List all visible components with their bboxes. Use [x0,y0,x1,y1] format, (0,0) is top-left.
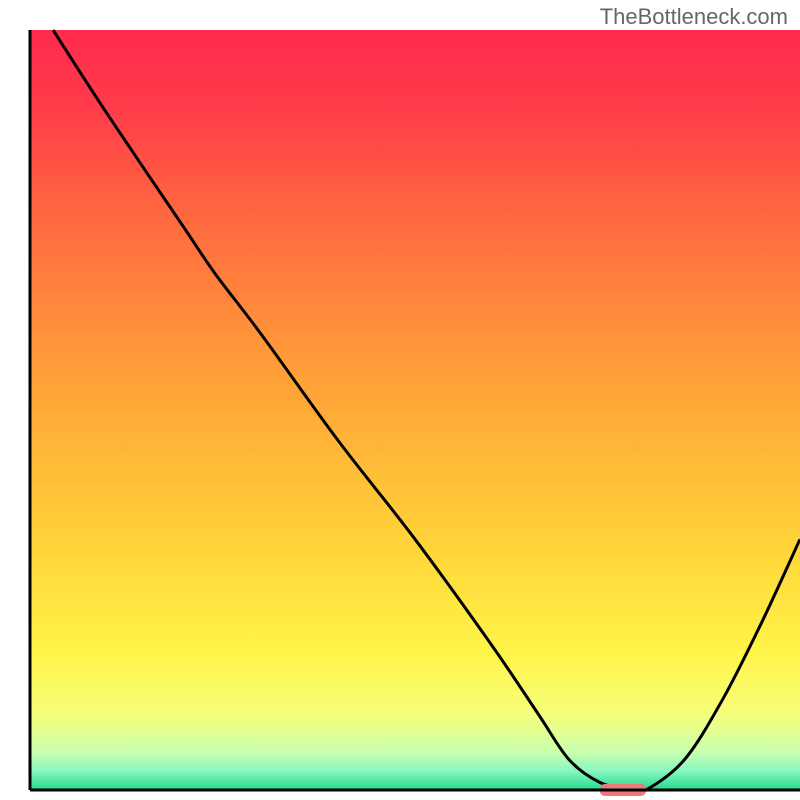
plot-background [30,30,800,790]
watermark-text: TheBottleneck.com [600,4,788,30]
bottleneck-chart: TheBottleneck.com [0,0,800,800]
chart-svg [0,0,800,800]
